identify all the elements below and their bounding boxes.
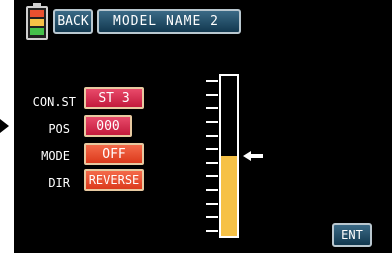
battery-segment-green: [30, 28, 44, 35]
arrow-left-icon: [243, 151, 263, 161]
gauge-tick: [206, 134, 218, 137]
gauge-tick: [206, 230, 218, 232]
radio-screen: BACK MODEL NAME 2 CON.ST POS MODE DIR ST…: [14, 0, 392, 253]
gauge-tick: [206, 93, 218, 96]
selection-pointer: [0, 119, 9, 133]
battery-icon: [26, 3, 48, 40]
mode-value-button[interactable]: OFF: [84, 143, 144, 165]
gauge-tick: [206, 189, 218, 192]
dir-label: DIR: [48, 176, 70, 190]
gauge-fill: [221, 156, 237, 236]
model-name-button[interactable]: MODEL NAME 2: [97, 9, 241, 34]
gauge-tick: [206, 202, 218, 205]
con-st-value-button[interactable]: ST 3: [84, 87, 144, 109]
position-gauge: [219, 74, 239, 238]
mode-label: MODE: [41, 149, 70, 163]
battery-segment-yellow: [30, 19, 44, 26]
gauge-tick: [206, 120, 218, 123]
gauge-tick: [206, 161, 218, 164]
pos-label: POS: [48, 122, 70, 136]
gauge-tick: [206, 148, 218, 151]
gauge-tick: [206, 107, 218, 110]
dir-value-button[interactable]: REVERSE: [84, 169, 144, 191]
battery-tip: [33, 3, 41, 6]
back-button[interactable]: BACK: [53, 9, 93, 34]
gauge-tick: [206, 80, 218, 82]
ent-button[interactable]: ENT: [332, 223, 372, 247]
battery-segment-red: [30, 10, 44, 17]
gauge-tick: [206, 175, 218, 178]
con-st-label: CON.ST: [32, 95, 76, 109]
gauge-tick: [206, 216, 218, 219]
pos-value-button[interactable]: 000: [84, 115, 132, 137]
